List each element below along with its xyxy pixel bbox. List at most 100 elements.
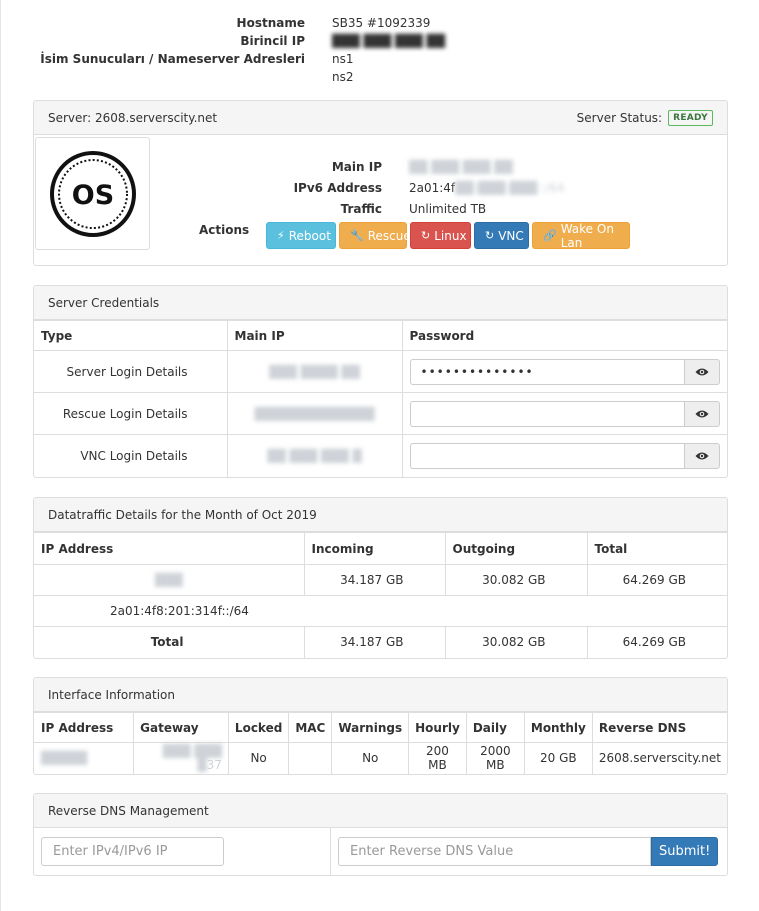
- primary-ip-value-redacted: ███ ███ ███ ██: [332, 34, 445, 48]
- server-panel: Server: 2608.serverscity.net Server Stat…: [33, 100, 728, 266]
- credentials-heading: Server Credentials: [34, 286, 727, 320]
- col-warnings: Warnings: [331, 712, 410, 743]
- rdns-heading: Reverse DNS Management: [34, 794, 727, 828]
- server-panel-heading: Server: 2608.serverscity.net Server Stat…: [34, 101, 727, 135]
- traffic-heading: Datatraffic Details for the Month of Oct…: [34, 498, 727, 532]
- iface-locked: No: [227, 742, 290, 774]
- ipv6-row: IPv6 Address 2a01:4f██:███:███::/64: [274, 178, 565, 199]
- main-ip-value-redacted: ██ ███ ███ ██: [409, 160, 513, 174]
- show-password-button[interactable]: [683, 400, 720, 427]
- col-locked: Locked: [227, 712, 290, 743]
- iface-daily: 2000 MB: [465, 742, 525, 774]
- total-total: 64.269 GB: [586, 626, 727, 658]
- rdns-value-input[interactable]: Enter Reverse DNS Value: [338, 837, 651, 866]
- total-label: Total: [34, 626, 305, 658]
- col-main-ip: Main IP: [226, 320, 403, 351]
- iface-mac: [288, 742, 333, 774]
- traffic-outgoing: 30.082 GB: [444, 564, 588, 596]
- traffic-total-row: Total 34.187 GB 30.082 GB 64.269 GB: [34, 626, 727, 658]
- traffic-title: Datatraffic Details for the Month of Oct…: [48, 507, 317, 522]
- ipv6-label: IPv6 Address: [293, 181, 382, 195]
- action-buttons: ⚡ Reboot 🔧 Rescue ↻ Linux ↻ VNC 🔗 Wake On Lan: [266, 222, 630, 250]
- show-password-button[interactable]: [683, 358, 720, 385]
- os-logo: OS: [50, 151, 136, 237]
- interface-title: Interface Information: [48, 687, 176, 702]
- traffic-panel: Datatraffic Details for the Month of Oct…: [33, 497, 728, 659]
- status-badge: READY: [668, 109, 713, 126]
- ipv6-value: 2a01:4f██:███:███::/64: [409, 181, 565, 195]
- iface-ip-redacted: █████: [34, 742, 135, 774]
- cred-password-cell: [401, 392, 727, 435]
- cred-password-cell: [401, 434, 727, 477]
- cred-password-cell: ••••••••••••••: [401, 350, 727, 393]
- actions-label: Actions: [199, 223, 250, 237]
- server-status: Server Status: READY: [576, 109, 713, 126]
- password-group: ••••••••••••••: [409, 358, 720, 385]
- password-group: [409, 400, 720, 427]
- col-hourly: Hourly: [408, 712, 467, 743]
- linux-button[interactable]: ↻ Linux: [410, 222, 471, 249]
- credentials-panel: Server Credentials Type Main IP Password…: [33, 285, 728, 478]
- traffic-incoming: 34.187 GB: [303, 564, 446, 596]
- eye-icon: [695, 368, 708, 375]
- submit-button[interactable]: Submit!: [651, 837, 719, 866]
- col-monthly: Monthly: [523, 712, 593, 743]
- col-mac: MAC: [288, 712, 333, 743]
- server-status-label: Server Status:: [576, 110, 663, 125]
- interface-panel: Interface Information IP Address Gateway…: [33, 677, 728, 775]
- vnc-button[interactable]: ↻ VNC: [474, 222, 529, 249]
- refresh-icon: ↻: [485, 229, 495, 242]
- table-row: Rescue Login Details █████████████: [34, 392, 727, 435]
- password-field[interactable]: [409, 400, 684, 427]
- main-ip-label: Main IP: [331, 160, 382, 174]
- table-row: ███ 34.187 GB 30.082 GB 64.269 GB: [34, 564, 727, 596]
- nameserver-row: İsim Sunucuları / Nameserver Adresleri n…: [40, 50, 740, 68]
- os-logo-text: OS: [72, 180, 114, 211]
- col-daily: Daily: [465, 712, 525, 743]
- cred-ip-redacted: █████████████: [226, 392, 403, 435]
- total-outgoing: 30.082 GB: [444, 626, 588, 658]
- ns1-value: ns1: [332, 52, 354, 66]
- iface-gateway: ███ ███ █37: [133, 742, 229, 774]
- col-reverse-dns: Reverse DNS: [591, 712, 727, 743]
- traffic-total: 64.269 GB: [586, 564, 727, 596]
- traffic-ipv6: 2a01:4f8:201:314f::/64: [34, 595, 727, 627]
- show-password-button[interactable]: [683, 442, 720, 469]
- eye-icon: [695, 410, 708, 417]
- interface-table: IP Address Gateway Locked MAC Warnings H…: [34, 712, 727, 774]
- rescue-button[interactable]: 🔧 Rescue: [339, 222, 411, 249]
- credentials-title: Server Credentials: [48, 295, 160, 310]
- col-total: Total: [586, 532, 727, 565]
- col-incoming: Incoming: [303, 532, 446, 565]
- wake-on-lan-button[interactable]: 🔗 Wake On Lan: [532, 222, 630, 250]
- table-row: VNC Login Details ██ ███ ███ █: [34, 434, 727, 477]
- password-field[interactable]: ••••••••••••••: [409, 358, 684, 385]
- cred-ip-redacted: ██ ███ ███ █: [226, 434, 403, 477]
- reboot-button[interactable]: ⚡ Reboot: [266, 222, 336, 249]
- password-field[interactable]: [409, 442, 684, 469]
- refresh-icon: ↻: [421, 229, 431, 242]
- server-title: Server: 2608.serverscity.net: [48, 110, 218, 125]
- col-gateway: Gateway: [133, 712, 229, 743]
- host-summary: Hostname SB35 #1092339 Birincil IP ███ █…: [40, 14, 740, 86]
- col-type: Type: [34, 320, 228, 351]
- interface-header-row: IP Address Gateway Locked MAC Warnings H…: [34, 712, 727, 743]
- traffic-ip-redacted: ███: [34, 564, 305, 596]
- primary-ip-row: Birincil IP ███ ███ ███ ██: [40, 32, 740, 50]
- col-outgoing: Outgoing: [444, 532, 588, 565]
- cred-type: Server Login Details: [34, 350, 228, 393]
- server-info: Main IP ██ ███ ███ ██ IPv6 Address 2a01:…: [274, 157, 565, 220]
- traffic-header-row: IP Address Incoming Outgoing Total: [34, 532, 727, 565]
- rdns-panel: Reverse DNS Management Enter IPv4/IPv6 I…: [33, 793, 728, 876]
- rdns-ip-input[interactable]: Enter IPv4/IPv6 IP: [41, 837, 224, 866]
- table-row: █████ ███ ███ █37 No No 200 MB 2000 MB 2…: [34, 742, 727, 774]
- primary-ip-label: Birincil IP: [240, 34, 305, 48]
- hostname-row: Hostname SB35 #1092339: [40, 14, 740, 32]
- cred-type: Rescue Login Details: [34, 392, 228, 435]
- hostname-value: SB35 #1092339: [332, 16, 431, 30]
- cred-ip-redacted: ███ ████ ██: [226, 350, 403, 393]
- main-ip-row: Main IP ██ ███ ███ ██: [274, 157, 564, 178]
- traffic-value: Unlimited TB: [409, 202, 487, 216]
- iface-hourly: 200 MB: [408, 742, 467, 774]
- col-ip-address: IP Address: [34, 712, 135, 743]
